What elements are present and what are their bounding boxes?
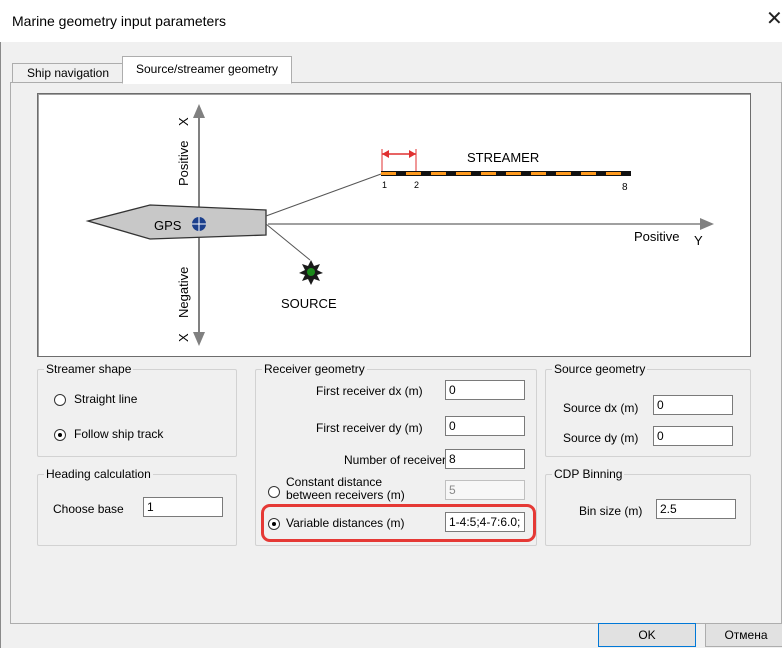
first-receiver-dy-input[interactable]: 0 (445, 416, 525, 436)
streamer-dash (431, 172, 446, 175)
x-axis-arrow-up (193, 104, 205, 118)
constant-distance-input[interactable]: 5 (445, 480, 525, 500)
straight-line-label[interactable]: Straight line (74, 392, 137, 406)
streamer-shape-legend: Streamer shape (44, 362, 134, 376)
heading-calculation-group: Heading calculation Choose base 1 (37, 467, 237, 546)
highlight-annotation (261, 504, 536, 542)
geometry-diagram: GPS SOURCE STREAMER 1 2 8 Positive Y Pos… (37, 93, 751, 357)
streamer-dash (456, 172, 471, 175)
streamer-dash (481, 172, 496, 175)
window-title: Marine geometry input parameters (12, 13, 226, 29)
source-dy-input[interactable]: 0 (653, 426, 733, 446)
title-bar: Marine geometry input parameters ✕ (0, 0, 782, 42)
source-geometry-legend: Source geometry (552, 362, 648, 376)
cancel-button[interactable]: Отмена (705, 623, 782, 647)
y-positive-label: Positive (634, 229, 680, 244)
geometry-diagram-svg: GPS SOURCE STREAMER 1 2 8 Positive Y Pos… (85, 104, 714, 346)
source-tow-line (265, 223, 311, 261)
receiver-label-8: 8 (622, 182, 628, 193)
close-icon[interactable]: ✕ (766, 9, 782, 29)
receiver-label-1: 1 (382, 180, 387, 190)
streamer-dash (606, 172, 621, 175)
distance-arrow-right-head (409, 150, 416, 158)
streamer-dash (581, 172, 596, 175)
streamer-dash (506, 172, 521, 175)
constant-distance-label-line2: between receivers (m) (286, 488, 405, 502)
source-center-dot (307, 268, 315, 276)
source-label: SOURCE (281, 296, 337, 311)
constant-distance-label[interactable]: Constant distance between receivers (m) (286, 476, 405, 502)
receiver-geometry-legend: Receiver geometry (262, 362, 367, 376)
gps-label: GPS (154, 218, 182, 233)
cdp-binning-group: CDP Binning Bin size (m) 2.5 (545, 467, 751, 546)
x-axis-arrow-down (193, 332, 205, 346)
window-border (0, 42, 1, 648)
tab-source-streamer-geometry[interactable]: Source/streamer geometry (122, 56, 292, 84)
cdp-binning-legend: CDP Binning (552, 467, 625, 481)
streamer-shape-group: Streamer shape Straight line Follow ship… (37, 362, 237, 457)
constant-distance-radio[interactable] (268, 486, 280, 498)
y-axis-arrow (700, 218, 714, 230)
first-receiver-dx-input[interactable]: 0 (445, 380, 525, 400)
source-dx-input[interactable]: 0 (653, 395, 733, 415)
follow-ship-track-label[interactable]: Follow ship track (74, 427, 163, 441)
source-dx-label: Source dx (m) (563, 401, 639, 415)
source-geometry-group: Source geometry Source dx (m) 0 Source d… (545, 362, 751, 457)
number-of-receivers-input[interactable]: 8 (445, 449, 525, 469)
streamer-label: STREAMER (467, 150, 539, 165)
bin-size-label: Bin size (m) (579, 504, 643, 518)
receiver-label-2: 2 (414, 180, 419, 190)
x-positive-label: Positive (176, 140, 191, 186)
bin-size-input[interactable]: 2.5 (656, 499, 736, 519)
streamer-dash (531, 172, 546, 175)
source-dy-label: Source dy (m) (563, 431, 639, 445)
ok-button[interactable]: OK (598, 623, 696, 647)
first-receiver-dy-label: First receiver dy (m) (316, 421, 423, 435)
y-axis-letter: Y (694, 233, 703, 248)
streamer-dash (406, 172, 421, 175)
number-of-receivers-label: Number of receivers (344, 453, 453, 467)
streamer-dash (381, 172, 396, 175)
choose-base-label: Choose base (53, 502, 124, 516)
x-axis-letter-bottom: X (176, 333, 191, 342)
choose-base-input[interactable]: 1 (143, 497, 223, 517)
tab-ship-navigation[interactable]: Ship navigation (12, 63, 124, 83)
streamer-tow-line (265, 173, 382, 217)
constant-distance-label-line1: Constant distance (286, 475, 383, 489)
heading-calculation-legend: Heading calculation (44, 467, 153, 481)
follow-ship-track-radio[interactable] (54, 429, 66, 441)
first-receiver-dx-label: First receiver dx (m) (316, 384, 423, 398)
straight-line-radio[interactable] (54, 394, 66, 406)
x-negative-label: Negative (176, 267, 191, 318)
streamer-dash (556, 172, 571, 175)
x-axis-letter-top: X (176, 117, 191, 126)
distance-arrow-left-head (382, 150, 389, 158)
